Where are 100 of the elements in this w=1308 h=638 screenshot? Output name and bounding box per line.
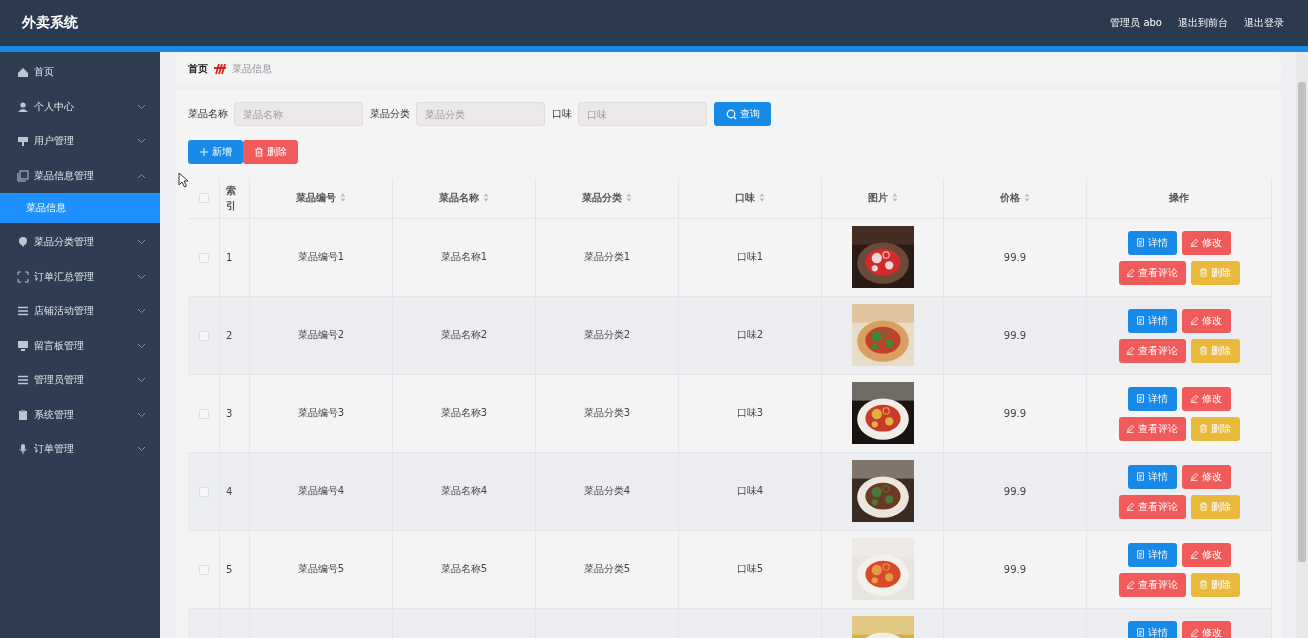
edit-button[interactable]: 修改 (1181, 308, 1231, 333)
delete-button[interactable]: 删除 (243, 140, 298, 164)
list-icon (17, 305, 29, 318)
column-header[interactable]: 口味 (735, 190, 755, 205)
trash-icon (1199, 346, 1208, 355)
breadcrumb-current: 菜品信息 (232, 61, 272, 76)
detail-button[interactable]: 详情 (1127, 308, 1177, 333)
reviews-button[interactable]: 查看评论 (1118, 494, 1186, 519)
column-header[interactable]: 菜品名称 (439, 190, 479, 205)
table-cell: 口味2 (736, 329, 764, 340)
copy-icon (17, 169, 29, 182)
menu-item[interactable]: 个人中心 (0, 89, 160, 124)
pencil-icon (1190, 628, 1199, 637)
scrollbar[interactable] (1296, 52, 1308, 638)
column-header[interactable]: 价格 (1000, 190, 1020, 205)
pin-icon (17, 236, 29, 249)
detail-button[interactable]: 详情 (1127, 464, 1177, 489)
search-field[interactable]: 菜品名称 (234, 102, 363, 126)
delete-button[interactable]: 删除 (1190, 338, 1240, 363)
menu-item[interactable]: 留言板管理 (0, 328, 160, 363)
column-header[interactable]: 图片 (867, 190, 888, 205)
detail-button[interactable]: 详情 (1127, 386, 1177, 411)
menu-item[interactable]: 菜品信息管理 (0, 158, 160, 193)
column-header[interactable]: 操作 (1169, 190, 1189, 205)
menu-item[interactable]: 店铺活动管理 (0, 294, 160, 329)
trash-icon (254, 147, 264, 157)
menu-item[interactable]: 订单管理 (0, 432, 160, 467)
delete-button[interactable]: 删除 (1190, 416, 1240, 441)
list-icon (17, 374, 29, 387)
header-link[interactable]: 管理员 abo (1110, 16, 1162, 30)
search-field[interactable]: 口味 (578, 102, 707, 126)
header-link[interactable]: 退出到前台 (1178, 16, 1228, 30)
table-cell: 菜品名称2 (440, 329, 488, 340)
edit-button[interactable]: 修改 (1181, 620, 1231, 638)
checkbox[interactable] (198, 486, 209, 497)
reviews-button[interactable]: 查看评论 (1118, 338, 1186, 363)
field-label: 口味 (552, 107, 572, 121)
menu-item[interactable]: 订单汇总管理 (0, 259, 160, 294)
checkbox[interactable] (198, 330, 209, 341)
edit-button[interactable]: 修改 (1181, 464, 1231, 489)
pencil-icon (1126, 424, 1135, 433)
menu-item[interactable]: 用户管理 (0, 124, 160, 159)
table-cell: 口味4 (736, 485, 764, 496)
submenu-item[interactable]: 菜品信息 (0, 193, 160, 223)
column-header[interactable]: 菜品编号 (296, 190, 336, 205)
price-cell: 99.9 (1003, 329, 1027, 341)
detail-button[interactable]: 详情 (1127, 230, 1177, 255)
edit-button[interactable]: 修改 (1181, 230, 1231, 255)
document-icon (1136, 238, 1145, 247)
column-header[interactable]: 索引 (226, 182, 236, 213)
checkbox[interactable] (198, 252, 209, 263)
price-cell: 99.9 (1003, 251, 1027, 263)
document-icon (1136, 316, 1145, 325)
field-label: 菜品名称 (188, 107, 228, 121)
edit-button[interactable]: 修改 (1181, 386, 1231, 411)
add-button[interactable]: 新增 (188, 140, 243, 164)
price-cell: 99.9 (1003, 563, 1027, 575)
breadcrumb-link[interactable]: 首页 (188, 61, 208, 76)
column-header[interactable]: 菜品分类 (582, 190, 622, 205)
edit-button[interactable]: 修改 (1181, 542, 1231, 567)
document-icon (1136, 472, 1145, 481)
reviews-button[interactable]: 查看评论 (1118, 572, 1186, 597)
table-cell: 菜品名称4 (440, 485, 488, 496)
checkbox[interactable] (198, 193, 209, 204)
menu-item[interactable]: 首页 (0, 55, 160, 90)
detail-button[interactable]: 详情 (1127, 542, 1177, 567)
header-link[interactable]: 退出登录 (1244, 16, 1284, 30)
table-cell: 菜品编号2 (297, 329, 345, 340)
menu-item[interactable]: 菜品分类管理 (0, 225, 160, 260)
table-cell: 菜品分类1 (583, 251, 631, 262)
table-cell: 菜品名称5 (440, 563, 488, 574)
document-icon (1136, 628, 1145, 637)
reviews-button[interactable]: 查看评论 (1118, 416, 1186, 441)
menu-item[interactable]: 系统管理 (0, 397, 160, 432)
menu-item[interactable]: 管理员管理 (0, 363, 160, 398)
reviews-button[interactable]: 查看评论 (1118, 260, 1186, 285)
table-cell: 菜品编号1 (297, 251, 345, 262)
delete-button[interactable]: 删除 (1190, 572, 1240, 597)
frame-icon (17, 270, 29, 283)
table-cell: 菜品名称3 (440, 407, 488, 418)
delete-button[interactable]: 删除 (1190, 260, 1240, 285)
search-button[interactable]: 查询 (714, 102, 771, 126)
table-cell: 2 (226, 329, 233, 341)
table-cell: 菜品编号4 (297, 485, 345, 496)
pencil-icon (1190, 550, 1199, 559)
search-field[interactable]: 菜品分类 (416, 102, 545, 126)
table-cell: 菜品名称1 (440, 251, 488, 262)
app-title: 外卖系统 (22, 14, 78, 32)
checkbox[interactable] (198, 408, 209, 419)
table-cell: 口味1 (736, 251, 764, 262)
price-cell: 99.9 (1003, 407, 1027, 419)
delete-button[interactable]: 删除 (1190, 494, 1240, 519)
checkbox[interactable] (198, 564, 209, 575)
trash-icon (1199, 424, 1208, 433)
document-icon (1136, 394, 1145, 403)
pencil-icon (1190, 472, 1199, 481)
signboard-icon (17, 135, 29, 148)
table-cell: 口味3 (736, 407, 764, 418)
detail-button[interactable]: 详情 (1127, 620, 1177, 638)
separator-icon (213, 62, 227, 75)
